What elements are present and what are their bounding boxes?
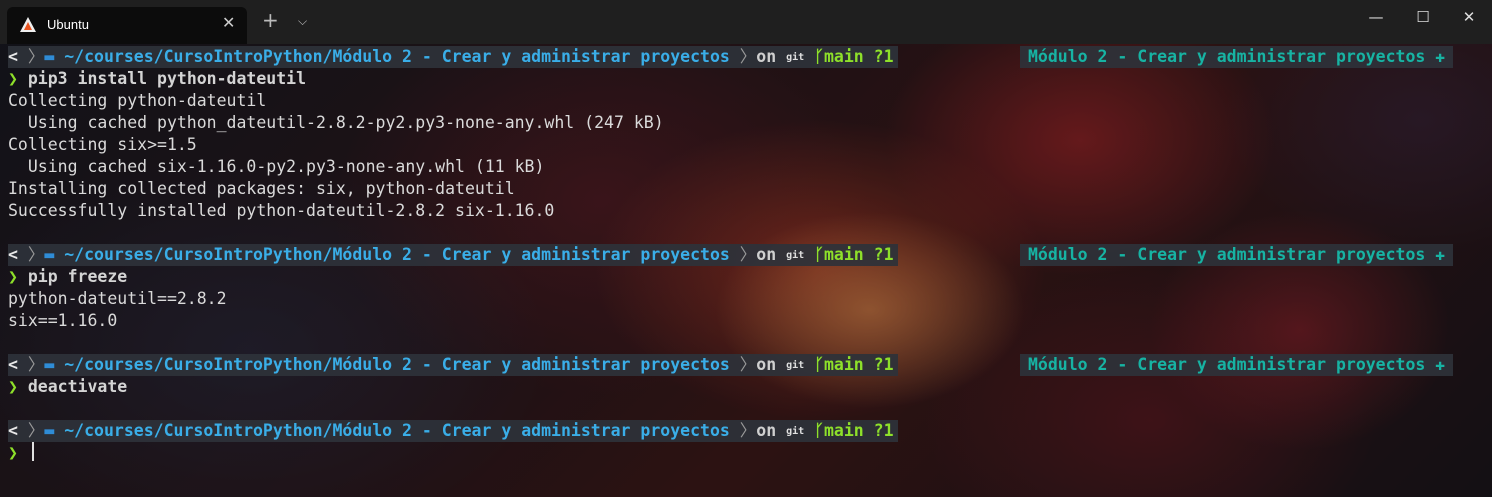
prompt-left-segment: < 〉▬ ~/courses/CursoIntroPython/Módulo 2… bbox=[8, 244, 898, 266]
folder-icon: ▬ bbox=[44, 421, 55, 440]
output-line: Successfully installed python-dateutil-2… bbox=[8, 201, 555, 220]
separator-icon: 〉 bbox=[17, 245, 45, 264]
os-icon: < bbox=[8, 245, 18, 264]
command-line: ❯ pip freeze bbox=[8, 266, 127, 288]
path-current: CursoIntroPython/Módulo 2 - Crear y admi… bbox=[163, 355, 730, 374]
branch-name: main ?1 bbox=[823, 355, 894, 374]
os-icon: < bbox=[8, 355, 18, 374]
tab-ubuntu[interactable]: Ubuntu ✕ bbox=[7, 7, 247, 44]
new-tab-button[interactable]: + bbox=[262, 10, 279, 30]
command-line: ❯ bbox=[8, 442, 34, 464]
separator-icon: 〉 bbox=[729, 47, 757, 66]
on-label: on bbox=[756, 47, 777, 66]
branch-name: main ?1 bbox=[823, 421, 894, 440]
git-icon: git bbox=[786, 426, 805, 437]
prompt-left-segment: < 〉▬ ~/courses/CursoIntroPython/Módulo 2… bbox=[8, 354, 898, 376]
prompt-left-segment: < 〉▬ ~/courses/CursoIntroPython/Módulo 2… bbox=[8, 420, 898, 442]
right-prompt-text: Módulo 2 - Crear y administrar proyectos bbox=[1028, 47, 1426, 66]
text-cursor[interactable] bbox=[31, 442, 34, 461]
path-current: CursoIntroPython/Módulo 2 - Crear y admi… bbox=[163, 245, 730, 264]
git-icon: git bbox=[786, 52, 805, 63]
output-line: python-dateutil==2.8.2 bbox=[8, 289, 227, 308]
prompt-left-segment: < 〉▬ ~/courses/CursoIntroPython/Módulo 2… bbox=[8, 46, 898, 68]
os-icon: < bbox=[8, 47, 18, 66]
python-env-icon: ✚ bbox=[1435, 355, 1446, 374]
git-icon: git bbox=[786, 360, 805, 371]
command-text: deactivate bbox=[27, 377, 128, 396]
path-home: ~/courses/ bbox=[64, 355, 164, 374]
prompt-chevron-icon: ❯ bbox=[8, 443, 18, 462]
prompt-chevron-icon: ❯ bbox=[8, 69, 18, 88]
window-titlebar[interactable]: Ubuntu ✕ + ⌵ — ☐ ✕ bbox=[0, 0, 1492, 44]
folder-icon: ▬ bbox=[44, 245, 55, 264]
output-line: Collecting six>=1.5 bbox=[8, 135, 197, 154]
prompt-right-segment: Módulo 2 - Crear y administrar proyectos… bbox=[1020, 354, 1454, 376]
python-env-icon: ✚ bbox=[1435, 245, 1446, 264]
path-current: CursoIntroPython/Módulo 2 - Crear y admi… bbox=[163, 47, 730, 66]
path-home: ~/courses/ bbox=[64, 245, 164, 264]
separator-icon: 〉 bbox=[729, 245, 757, 264]
chevron-down-icon[interactable]: ⌵ bbox=[298, 14, 307, 29]
branch-icon: ᚴ bbox=[814, 355, 824, 374]
prompt-right-segment: Módulo 2 - Crear y administrar proyectos… bbox=[1020, 46, 1454, 68]
prompt-right-segment: Módulo 2 - Crear y administrar proyectos… bbox=[1020, 244, 1454, 266]
folder-icon: ▬ bbox=[44, 47, 55, 66]
on-label: on bbox=[756, 355, 777, 374]
branch-name: main ?1 bbox=[823, 47, 894, 66]
separator-icon: 〉 bbox=[17, 421, 45, 440]
minimize-button[interactable]: — bbox=[1361, 8, 1391, 26]
ubuntu-icon bbox=[19, 16, 37, 34]
right-prompt-text: Módulo 2 - Crear y administrar proyectos bbox=[1028, 245, 1426, 264]
command-text: pip3 install python-dateutil bbox=[27, 69, 307, 88]
close-window-button[interactable]: ✕ bbox=[1454, 8, 1484, 26]
command-line: ❯ pip3 install python-dateutil bbox=[8, 68, 306, 90]
output-line: Installing collected packages: six, pyth… bbox=[8, 179, 515, 198]
output-line: six==1.16.0 bbox=[8, 311, 118, 330]
separator-icon: 〉 bbox=[729, 355, 757, 374]
separator-icon: 〉 bbox=[17, 355, 45, 374]
output-line: Collecting python-dateutil bbox=[8, 91, 267, 110]
on-label: on bbox=[756, 421, 777, 440]
right-prompt-text: Módulo 2 - Crear y administrar proyectos bbox=[1028, 355, 1426, 374]
path-current: CursoIntroPython/Módulo 2 - Crear y admi… bbox=[163, 421, 730, 440]
output-line: Using cached six-1.16.0-py2.py3-none-any… bbox=[8, 157, 545, 176]
separator-icon: 〉 bbox=[729, 421, 757, 440]
branch-name: main ?1 bbox=[823, 245, 894, 264]
command-line: ❯ deactivate bbox=[8, 376, 127, 398]
command-text: pip freeze bbox=[27, 267, 128, 286]
tab-title: Ubuntu bbox=[47, 17, 89, 32]
python-env-icon: ✚ bbox=[1435, 47, 1446, 66]
git-icon: git bbox=[786, 250, 805, 261]
output-line: Using cached python_dateutil-2.8.2-py2.p… bbox=[8, 113, 664, 132]
branch-icon: ᚴ bbox=[814, 245, 824, 264]
prompt-chevron-icon: ❯ bbox=[8, 267, 18, 286]
branch-icon: ᚴ bbox=[814, 421, 824, 440]
maximize-button[interactable]: ☐ bbox=[1408, 8, 1438, 26]
path-home: ~/courses/ bbox=[64, 421, 164, 440]
prompt-chevron-icon: ❯ bbox=[8, 377, 18, 396]
folder-icon: ▬ bbox=[44, 355, 55, 374]
close-tab-icon[interactable]: ✕ bbox=[222, 13, 235, 32]
branch-icon: ᚴ bbox=[814, 47, 824, 66]
path-home: ~/courses/ bbox=[64, 47, 164, 66]
os-icon: < bbox=[8, 421, 18, 440]
separator-icon: 〉 bbox=[17, 47, 45, 66]
on-label: on bbox=[756, 245, 777, 264]
